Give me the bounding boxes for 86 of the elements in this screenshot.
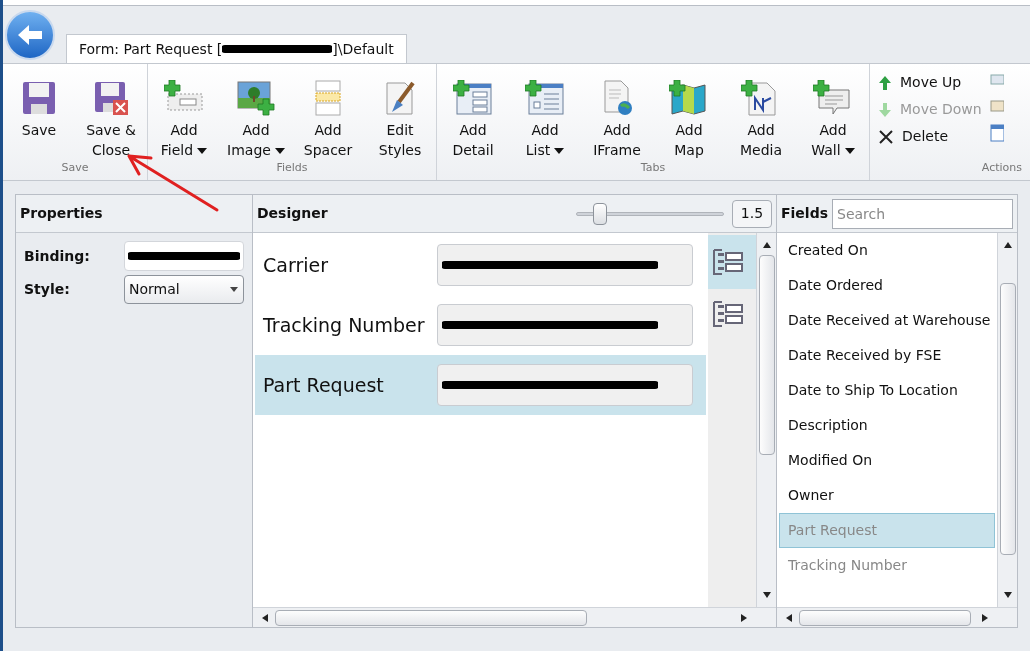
arrow-down-icon <box>878 101 892 118</box>
field-list-item[interactable]: Tracking Number <box>779 548 995 583</box>
form-section-icon <box>712 300 744 328</box>
ribbon-button[interactable]: Add Detail <box>437 72 509 160</box>
binding-field[interactable] <box>124 241 244 271</box>
designer-row[interactable]: Part Request <box>255 355 706 415</box>
field-label: Part Request <box>263 372 385 398</box>
field-input[interactable] <box>437 244 693 286</box>
vertical-scrollbar[interactable] <box>997 233 1017 607</box>
delete-icon <box>878 128 894 145</box>
section-tab[interactable] <box>708 235 756 289</box>
search-field[interactable]: Search <box>832 198 1013 229</box>
dropdown-caret-icon <box>844 147 855 155</box>
field-list-item[interactable]: Date Received at Warehouse <box>779 303 995 338</box>
ribbon-button[interactable]: Add Field <box>148 72 220 160</box>
ribbon-button[interactable]: Add IFrame <box>581 72 653 160</box>
ribbon-button[interactable]: Edit Styles <box>364 72 436 160</box>
action-button[interactable]: Delete <box>878 126 990 147</box>
field-label: Carrier <box>263 252 329 278</box>
ribbon-button[interactable]: Save <box>3 72 75 160</box>
ribbon-button[interactable]: Add List <box>509 72 581 160</box>
floppy-disk-close-icon <box>93 80 129 116</box>
scroll-up-icon[interactable] <box>1002 241 1013 249</box>
dropdown-caret-icon <box>197 147 208 155</box>
add-list-icon <box>525 80 565 116</box>
field-input[interactable] <box>437 364 693 406</box>
back-arrow-icon <box>16 23 44 47</box>
ribbon-button[interactable]: Save & Close <box>75 72 147 160</box>
scroll-down-icon[interactable] <box>1002 591 1013 599</box>
zoom-slider[interactable] <box>576 202 724 225</box>
property-label: Style: <box>24 280 71 299</box>
window-icon <box>990 98 1004 114</box>
add-image-icon <box>236 80 276 116</box>
ribbon-button[interactable]: Add Image <box>220 72 292 160</box>
form-section-icon <box>712 248 744 276</box>
field-list-item[interactable]: Date Ordered <box>779 268 995 303</box>
slider-thumb[interactable] <box>592 202 607 225</box>
field-label: Tracking Number <box>263 312 426 338</box>
field-list-item[interactable]: Description <box>779 408 995 443</box>
scroll-thumb[interactable] <box>799 610 971 626</box>
scroll-down-icon[interactable] <box>761 591 772 599</box>
scroll-thumb[interactable] <box>1000 283 1016 555</box>
ribbon-button[interactable]: Add Spacer <box>292 72 364 160</box>
back-button[interactable] <box>5 10 55 60</box>
panel-title: Properties <box>20 204 103 223</box>
add-comment-icon <box>813 80 853 116</box>
dropdown-caret-icon <box>274 147 285 155</box>
document-tab[interactable]: Form: Part Request [ ]\Default <box>66 34 407 63</box>
field-list-item[interactable]: Date to Ship To Location <box>779 373 995 408</box>
field-list-item[interactable]: Date Received by FSE <box>779 338 995 373</box>
panel-title: Designer <box>257 204 328 223</box>
vertical-scrollbar[interactable] <box>756 233 776 607</box>
scroll-up-icon[interactable] <box>761 241 772 249</box>
tab-title: Form: Part Request [ <box>79 39 223 59</box>
group-label: Save <box>60 160 90 176</box>
add-map-icon <box>669 80 709 116</box>
field-list-item[interactable]: Owner <box>779 478 995 513</box>
group-label: Tabs <box>639 160 667 176</box>
scroll-thumb[interactable] <box>275 610 587 626</box>
panel-title: Fields <box>781 204 828 223</box>
arrow-up-icon <box>878 74 892 91</box>
property-label: Binding: <box>24 246 91 266</box>
group-label: Fields <box>275 160 309 176</box>
dropdown-caret-icon <box>229 286 239 293</box>
action-button[interactable]: Move Up <box>878 72 990 93</box>
scroll-right-icon[interactable] <box>740 612 748 623</box>
tab-title: ]\Default <box>332 39 394 59</box>
field-input[interactable] <box>437 304 693 346</box>
field-list-item[interactable]: Modified On <box>779 443 995 478</box>
dropdown-caret-icon <box>554 147 565 155</box>
ribbon-button[interactable]: Add Media <box>725 72 797 160</box>
ribbon-button[interactable]: Add Map <box>653 72 725 160</box>
field-list-item[interactable]: Created On <box>779 233 995 268</box>
scroll-thumb[interactable] <box>759 255 775 455</box>
layout-icon <box>990 124 1004 142</box>
scroll-right-icon[interactable] <box>981 612 989 623</box>
horizontal-scrollbar[interactable] <box>253 607 756 627</box>
horizontal-scrollbar[interactable] <box>777 607 997 627</box>
scroll-left-icon[interactable] <box>261 612 269 623</box>
ribbon-button[interactable]: Add Wall <box>797 72 869 160</box>
monitor-icon <box>990 72 1004 88</box>
style-dropdown[interactable]: Normal <box>124 275 244 304</box>
scroll-left-icon[interactable] <box>785 612 793 623</box>
group-label: Actions <box>980 159 1023 176</box>
add-detail-icon <box>453 80 493 116</box>
zoom-value: 1.5 <box>732 199 772 228</box>
